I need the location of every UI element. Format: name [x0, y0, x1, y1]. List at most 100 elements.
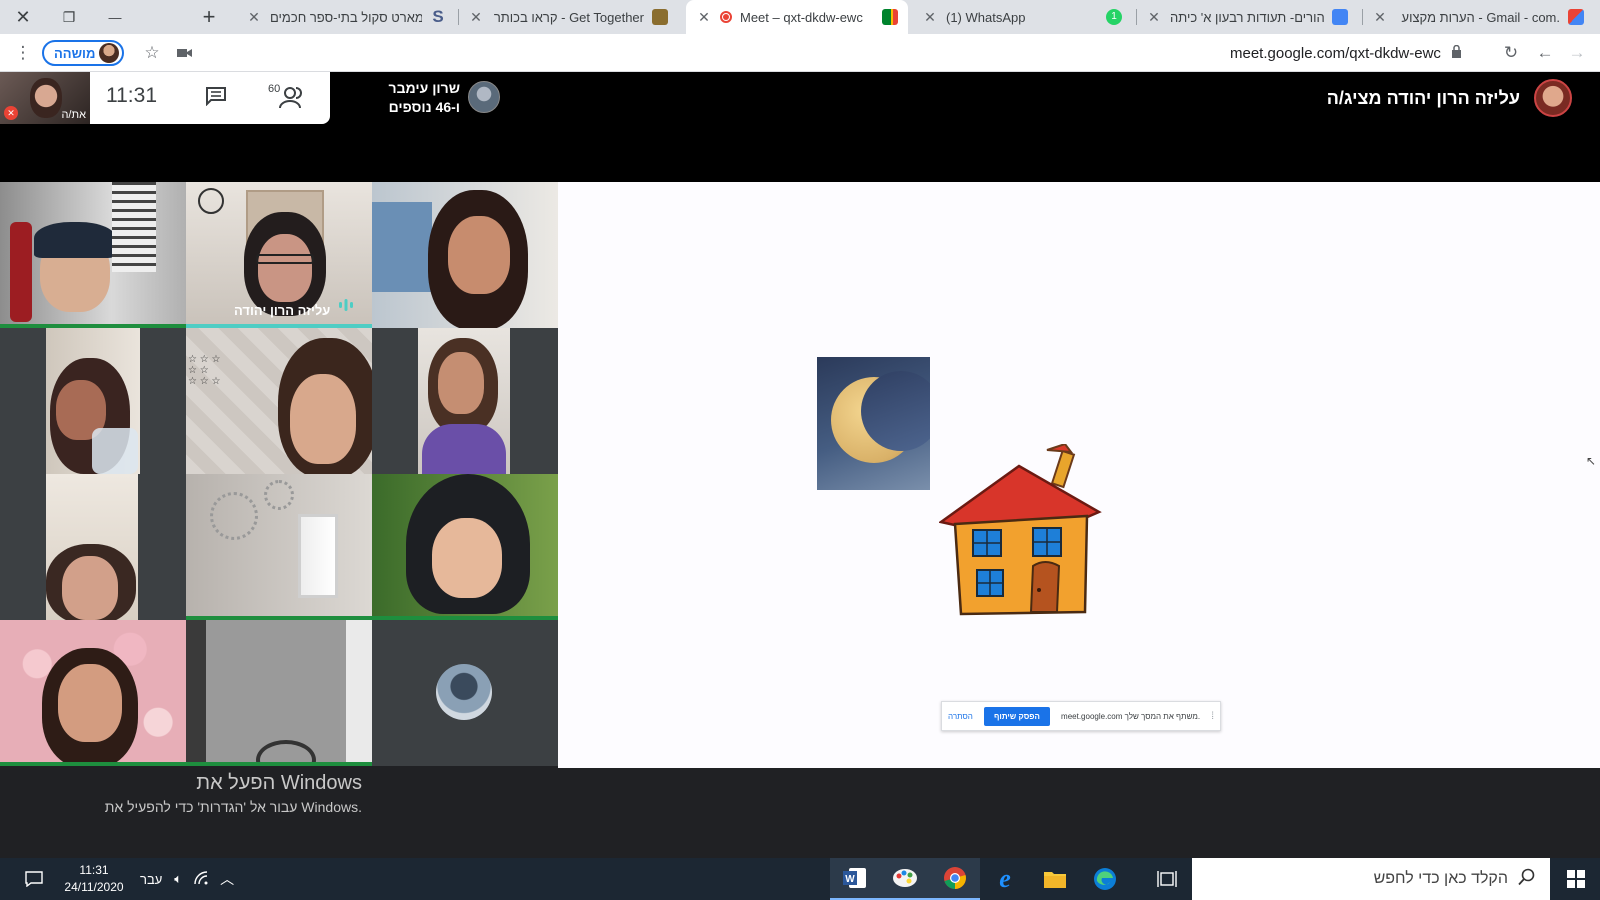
screen-share-bar: הסתרה הפסק שיתוף meet.google.com משתף את… — [941, 701, 1221, 731]
windows-taskbar: 11:31 24/11/2020 עבר 🔈︎ ︿ W e הקלד כאן כ… — [0, 858, 1600, 900]
participant-tile[interactable] — [186, 474, 372, 620]
participant-tile[interactable] — [372, 328, 558, 474]
participant-more: ו-46 נוספים — [388, 99, 460, 115]
bookmark-star-icon[interactable]: ☆ — [137, 34, 167, 72]
avatar — [436, 664, 492, 720]
camera-indicator-icon[interactable] — [170, 34, 200, 72]
search-placeholder: הקלד כאן כדי לחפש — [1373, 870, 1508, 887]
lock-icon — [1451, 44, 1462, 62]
search-icon — [1518, 868, 1536, 891]
avatar — [468, 81, 500, 113]
participant-tile[interactable] — [186, 620, 372, 766]
tab-whatsapp[interactable]: ✕ (1) WhatsApp 1 — [912, 0, 1132, 34]
participant-tile-avatar[interactable] — [372, 620, 558, 766]
task-view-icon[interactable] — [1142, 858, 1192, 900]
house-drawing — [939, 444, 1102, 616]
system-tray: עבר 🔈︎ ︿ — [140, 858, 234, 900]
participant-tile[interactable] — [372, 182, 558, 328]
window-close-button[interactable]: ✕ — [0, 0, 46, 34]
forward-arrow-icon[interactable]: → — [1562, 34, 1592, 72]
moon-image — [817, 357, 930, 490]
new-tab-button[interactable]: + — [192, 0, 226, 34]
tab-meet[interactable]: ✕ Meet – qxt-dkdw-ewc — [686, 0, 908, 34]
tile-activity-bar — [0, 762, 186, 766]
reload-icon[interactable]: ↻ — [1496, 34, 1526, 72]
gmail-icon — [1568, 9, 1584, 25]
tab-close-icon[interactable]: ✕ — [1146, 9, 1162, 26]
tab-close-icon[interactable]: ✕ — [246, 9, 262, 26]
mouse-cursor-icon: ↖ — [1586, 454, 1597, 468]
taskbar-clock[interactable]: 11:31 24/11/2020 — [56, 862, 132, 896]
meeting-info-card: 11:31 60 — [90, 72, 330, 124]
window-restore-button[interactable]: ❐ — [46, 0, 92, 34]
smartschool-icon: S — [432, 7, 444, 26]
participant-tile[interactable]: ☆ ☆ ☆ ☆ ☆ ☆ ☆ ☆ — [186, 328, 372, 474]
participant-summary: שרון עימבר ו-46 נוספים — [330, 72, 510, 124]
tab-title: קראו בכותר - Get Together — [493, 9, 644, 25]
speaker-name: עליזה הרון יהודה — [234, 303, 331, 318]
you-label: את/ה — [61, 109, 86, 121]
network-icon[interactable] — [194, 870, 208, 888]
participant-tile[interactable] — [372, 474, 558, 620]
tab-close-icon[interactable]: ✕ — [468, 9, 484, 26]
self-video — [30, 78, 62, 118]
meet-icon — [882, 9, 898, 25]
paint-icon[interactable] — [880, 858, 930, 900]
recording-dot-icon — [720, 11, 732, 23]
menu-kebab-icon[interactable]: ⋮ — [8, 34, 38, 72]
stop-sharing-button[interactable]: הפסק שיתוף — [984, 706, 1050, 726]
participant-tile[interactable] — [0, 328, 186, 474]
meet-call-area: ✕ את/ה 11:31 60 שרון עימבר ו-46 נוספים ע… — [0, 72, 1600, 858]
tab-close-icon[interactable]: ✕ — [922, 9, 938, 26]
tab-title: יום הורים- תעודות רבעון א' כיתה — [1170, 9, 1324, 25]
plus-icon: + — [202, 4, 216, 29]
profile-button[interactable]: מושהה — [42, 40, 124, 66]
address-bar[interactable]: meet.google.com/qxt-dkdw-ewc — [1230, 34, 1462, 72]
taskbar-time: 11:31 — [79, 863, 109, 877]
chevron-up-icon[interactable]: ︿ — [220, 869, 234, 889]
speaker-tile[interactable]: עליזה הרון יהודה — [186, 182, 372, 328]
volume-icon[interactable]: 🔈︎ — [174, 871, 182, 887]
language-indicator[interactable]: עבר — [140, 872, 162, 887]
profile-name: מושהה — [54, 45, 96, 61]
tab-title: סמארט סקול בתי-ספר חכמים — [270, 9, 422, 25]
explorer-icon[interactable] — [1030, 858, 1080, 900]
taskbar-date: 24/11/2020 — [64, 880, 124, 894]
participant-tile[interactable] — [0, 182, 186, 328]
chat-icon[interactable] — [205, 86, 227, 107]
tab-gmail[interactable]: ✕ הערות מקצוע - Gmail - com. — [1362, 0, 1594, 34]
people-button[interactable]: 60 — [268, 83, 304, 110]
browser-toolbar: ⋮ מושהה ☆ meet.google.com/qxt-dkdw-ewc ↻… — [0, 34, 1600, 72]
hide-share-bar-button[interactable]: הסתרה — [948, 712, 973, 721]
meeting-clock: 11:31 — [106, 84, 157, 107]
window-minimize-button[interactable]: — — [92, 0, 138, 34]
tab-close-icon[interactable]: ✕ — [696, 9, 712, 26]
taskbar-search-box[interactable]: הקלד כאן כדי לחפש — [1192, 858, 1550, 900]
windows-logo-icon — [1567, 870, 1585, 888]
mic-off-icon: ✕ — [4, 106, 18, 120]
tab-kotar[interactable]: ✕ קראו בכותר - Get Together — [458, 0, 678, 34]
browser-tab-strip: ✕ ❐ — + ✕ סמארט סקול בתי-ספר חכמים S ✕ ק… — [0, 0, 1600, 34]
presenter-text: עליזה הרון יהודה מציג/ה — [1326, 87, 1520, 108]
participant-tile[interactable] — [0, 620, 186, 766]
word-icon[interactable]: W — [830, 858, 880, 900]
tab-title: (1) WhatsApp — [946, 9, 1026, 25]
star-decoration: ☆ ☆ ☆ ☆ ☆ ☆ ☆ ☆ — [188, 354, 221, 387]
chrome-icon[interactable] — [930, 858, 980, 900]
participant-tile[interactable] — [0, 474, 186, 620]
people-icon — [279, 87, 302, 109]
speaking-indicator-icon — [338, 298, 354, 316]
drag-handle-icon[interactable]: ⁞ — [1211, 711, 1214, 722]
tab-smartschool[interactable]: ✕ סמארט סקול בתי-ספר חכמים S — [236, 0, 456, 34]
tab-close-icon[interactable]: ✕ — [1372, 9, 1388, 26]
participants-grid: עליזה הרון יהודה ☆ ☆ ☆ ☆ ☆ ☆ ☆ ☆ — [0, 182, 558, 766]
activate-subtitle: עבור אל 'הגדרות' כדי להפעיל את Windows. — [104, 799, 362, 815]
edge-icon[interactable] — [1080, 858, 1130, 900]
action-center-icon[interactable] — [14, 858, 54, 900]
back-arrow-icon[interactable]: ← — [1530, 34, 1560, 72]
start-button[interactable] — [1552, 858, 1600, 900]
self-view-tile[interactable]: ✕ את/ה — [0, 72, 90, 124]
activate-title: הפעל את Windows — [196, 772, 362, 794]
ie-icon[interactable]: e — [980, 858, 1030, 900]
tab-docs[interactable]: ✕ יום הורים- תעודות רבעון א' כיתה — [1136, 0, 1358, 34]
